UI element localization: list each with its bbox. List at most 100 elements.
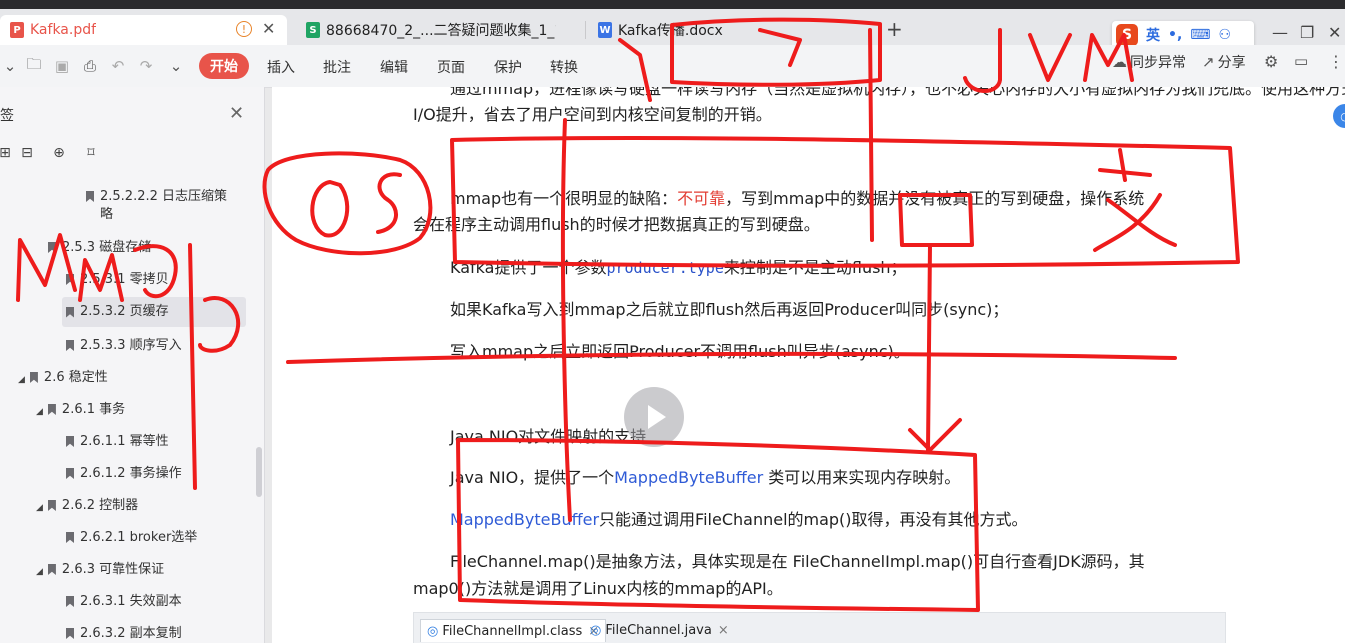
paragraph-line: 会在程序主动调用flush的时候才把数据真正的写到硬盘。 xyxy=(413,215,820,234)
add-bookmark-icon[interactable]: ⊕ xyxy=(50,144,68,162)
tab-kafka-pdf[interactable]: P Kafka.pdf ! ✕ xyxy=(0,15,287,45)
keyboard-icon[interactable]: ⌨ xyxy=(1190,27,1210,43)
close-icon: × xyxy=(717,622,729,638)
cloud-icon: ☁ xyxy=(1112,53,1127,71)
outline-label-line2: 略 xyxy=(100,207,114,222)
menu-page[interactable]: 页面 xyxy=(437,57,465,77)
paragraph-line: I/O提升，省去了用户空间到内核空间复制的开销。 xyxy=(413,105,772,124)
menu-chevron-icon[interactable]: ⌄ xyxy=(0,56,20,76)
bookmark-icon[interactable]: ⌑ xyxy=(82,144,100,162)
settings-gear-icon[interactable]: ⚙ xyxy=(1264,52,1278,71)
outline-item[interactable]: ◢ 2.6 稳定性 xyxy=(18,369,108,389)
outline-label: 2.6 稳定性 xyxy=(43,370,108,385)
menu-convert[interactable]: 转换 xyxy=(550,57,578,77)
warning-icon[interactable]: ! xyxy=(236,21,252,37)
outline-item[interactable]: 2.6.2.1 broker选举 xyxy=(66,529,197,547)
expand-arrow-icon[interactable]: ◢ xyxy=(18,371,25,389)
share-button[interactable]: ↗ 分享 xyxy=(1202,52,1246,72)
video-play-icon[interactable] xyxy=(624,387,684,447)
outline-item[interactable]: 2.6.3.1 失效副本 xyxy=(66,593,182,611)
expand-arrow-icon[interactable]: ◢ xyxy=(36,403,43,421)
outline-label: 2.5.3.2 页缓存 xyxy=(80,304,169,319)
menu-edit[interactable]: 编辑 xyxy=(380,57,408,77)
paragraph-async: 写入mmap之后立即返回Producer不调用flush叫异步(async)。 xyxy=(450,342,910,361)
outline-label: 2.6.2 控制器 xyxy=(61,498,139,513)
expand-arrow-icon[interactable]: ◢ xyxy=(36,499,43,517)
paragraph-line: 通过mmap，进程像读写硬盘一样读写内存（当然是虚拟机内存），也不必关心内存的大… xyxy=(450,87,1345,98)
inline-code: producer.type xyxy=(606,259,724,277)
outline-label: 2.6.3 可靠性保证 xyxy=(61,562,165,577)
outline-label: 2.6.2.1 broker选举 xyxy=(80,530,198,545)
outline-item[interactable]: 2.6.3.2 副本复制 xyxy=(66,625,182,643)
paragraph-producer-type: Kafka提供了一个参数producer.type来控制是不是主动flush； xyxy=(450,254,907,278)
outline-item[interactable]: ◢ 2.6.2 控制器 xyxy=(36,497,138,517)
print-icon[interactable]: ⎙ xyxy=(80,56,100,76)
restore-icon[interactable]: ❐ xyxy=(1300,23,1314,42)
tab-label: 88668470_2_...二答疑问题收集_1_1 xyxy=(326,23,556,39)
start-tab-button[interactable]: 开始 xyxy=(199,53,249,79)
bookmark-icon xyxy=(66,340,74,351)
sidebar-title: 签 xyxy=(0,108,14,124)
outline-item[interactable]: ◢ 2.6.3 可靠性保证 xyxy=(36,561,164,581)
expand-all-icon[interactable]: ⊞ xyxy=(0,144,14,162)
new-tab-icon[interactable]: + xyxy=(886,17,903,41)
window-top-strip xyxy=(0,0,1345,9)
tab-questions-sheet[interactable]: S 88668470_2_...二答疑问题收集_1_1 xyxy=(296,15,586,45)
outline-label: 2.6.3.2 副本复制 xyxy=(80,626,182,641)
bookmark-icon xyxy=(66,274,74,285)
expand-arrow-icon[interactable]: ◢ xyxy=(36,563,43,581)
bookmark-icon xyxy=(86,191,94,202)
bookmark-sidebar: 签 ✕ ⊞ ⊟ ⊕ ⌑ 2.5.2.2.2 日志压缩策略 2.5.3 磁盘存储 … xyxy=(0,87,265,643)
outline-label: 2.5.2.2.2 日志压缩策略 xyxy=(100,188,227,224)
bookmark-icon xyxy=(47,500,56,511)
paragraph-line: map0()方法就是调用了Linux内核的mmap的API。 xyxy=(413,579,783,598)
outline-label: 2.6.1.2 事务操作 xyxy=(80,466,182,481)
collapse-all-icon[interactable]: ⊟ xyxy=(18,144,36,162)
outline-item[interactable]: 2.5.3 磁盘存储 xyxy=(48,239,151,257)
outline-item[interactable]: 2.5.3.3 顺序写入 xyxy=(66,337,182,355)
redo-icon[interactable]: ↷ xyxy=(136,56,156,76)
user-icon[interactable]: ⚇ xyxy=(1219,27,1232,43)
code-tab-label: FileChannelImpl.class xyxy=(442,623,583,639)
class-file-icon: ◎ xyxy=(427,623,439,639)
section-heading: Java NIO对文件映射的支持 xyxy=(450,427,647,446)
punctuation-icon[interactable]: •, xyxy=(1168,27,1182,43)
sidebar-close-icon[interactable]: ✕ xyxy=(229,103,244,124)
menu-comment[interactable]: 批注 xyxy=(323,57,351,77)
open-folder-icon[interactable]: 🗀 xyxy=(24,55,44,76)
fullscreen-icon[interactable]: ▭ xyxy=(1294,52,1308,70)
sync-status[interactable]: ☁ 同步异常 xyxy=(1112,52,1186,72)
paragraph-filechannel: FileChannel.map()是抽象方法，具体实现是在 FileChanne… xyxy=(450,552,1145,571)
outline-label: 2.5.3.3 顺序写入 xyxy=(80,338,182,353)
close-window-icon[interactable]: ✕ xyxy=(1328,23,1341,42)
paragraph-mappedbytebuffer: MappedByteBuffer只能通过调用FileChannel的map()取… xyxy=(450,506,1028,530)
paragraph-sync: 如果Kafka写入到mmap之后就立即flush然后再返回Producer叫同步… xyxy=(450,300,1009,319)
more-dropdown-icon[interactable]: ⌄ xyxy=(166,56,186,76)
outline-item[interactable]: ◢ 2.6.1 事务 xyxy=(36,401,125,421)
sidebar-scrollbar[interactable] xyxy=(256,447,262,497)
bookmark-icon xyxy=(47,404,56,415)
save-icon[interactable]: ▣ xyxy=(52,56,72,76)
link-mappedbytebuffer[interactable]: MappedByteBuffer xyxy=(450,510,599,529)
outline-item[interactable]: 2.6.1.2 事务操作 xyxy=(66,465,182,483)
paragraph-nio: Java NIO，提供了一个MappedByteBuffer 类可以用来实现内存… xyxy=(450,464,960,488)
share-icon: ↗ xyxy=(1202,53,1215,71)
tab-label: Kafka传播.docx xyxy=(618,23,723,39)
undo-icon[interactable]: ↶ xyxy=(108,56,128,76)
menu-protect[interactable]: 保护 xyxy=(494,57,522,77)
outline-item[interactable]: 2.5.3.1 零拷贝 xyxy=(66,271,169,289)
minimize-icon[interactable]: — xyxy=(1272,23,1288,42)
outline-item-selected[interactable]: 2.5.3.2 页缓存 xyxy=(62,297,246,327)
text-span: Kafka提供了一个参数 xyxy=(450,258,607,277)
menu-insert[interactable]: 插入 xyxy=(267,57,295,77)
link-mappedbytebuffer[interactable]: MappedByteBuffer xyxy=(614,468,763,487)
text-span: ，写到mmap中的数据并没有被真正的写到硬盘，操作系统 xyxy=(725,189,1145,208)
more-options-icon[interactable]: ⋮ xyxy=(1328,52,1344,71)
tab-label: Kafka.pdf xyxy=(30,22,97,38)
outline-item[interactable]: 2.6.1.1 幂等性 xyxy=(66,433,169,451)
code-tab-label: FileChannel.java xyxy=(605,622,712,638)
outline-item[interactable]: 2.5.2.2.2 日志压缩策略 xyxy=(86,188,246,224)
bookmark-icon xyxy=(29,372,38,383)
close-icon[interactable]: ✕ xyxy=(262,19,275,38)
tab-kafka-docx[interactable]: W Kafka传播.docx xyxy=(588,15,878,45)
